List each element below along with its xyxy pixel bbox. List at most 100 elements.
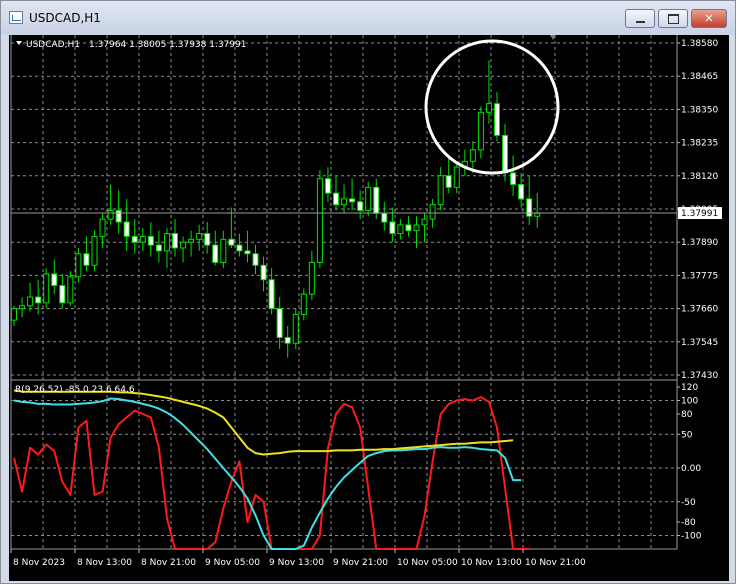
indicator-tick-label: -100	[681, 532, 702, 542]
indicator-tick-label: 0.00	[681, 464, 701, 474]
candle-body-bear	[445, 175, 452, 188]
price-tick-label: 1.38465	[681, 72, 718, 82]
candle-body-bear	[276, 308, 283, 338]
candle-body-bear	[357, 201, 364, 211]
ohlc-values: 1.37964 1.38005 1.37938 1.37991	[89, 40, 246, 50]
candle-body-bull	[308, 261, 315, 295]
candle-body-bear	[526, 198, 533, 217]
current-price-label: 1.37991	[681, 209, 718, 219]
candle-body-bull	[99, 218, 106, 237]
candle-body-bear	[252, 253, 259, 266]
grid	[10, 35, 678, 550]
candle-body-bull	[300, 293, 307, 315]
indicator-tick-label: -50	[681, 498, 696, 508]
candle-body-bear	[502, 134, 509, 174]
candle-body-bull	[163, 233, 170, 252]
candle-body-bear	[389, 221, 396, 235]
time-tick-label: 9 Nov 05:00	[205, 558, 260, 568]
price-tick-label: 1.38235	[681, 139, 718, 149]
minimize-button[interactable]	[625, 9, 655, 28]
candle-body-bear	[155, 244, 162, 252]
price-tick-label: 1.38350	[681, 105, 718, 115]
price-tick-label: 1.38120	[681, 172, 718, 182]
candle-body-bear	[172, 233, 178, 249]
chart-area[interactable]: 1.385801.384651.383501.382351.381201.380…	[9, 35, 729, 581]
chart-window-icon	[9, 11, 23, 24]
symbol-label: USDCAD,H1	[26, 40, 80, 50]
candle-body-bear	[115, 209, 122, 223]
time-tick-label: 8 Nov 13:00	[77, 558, 132, 568]
window-title: USDCAD,H1	[29, 11, 101, 25]
price-chart-svg[interactable]: 1.385801.384651.383501.382351.381201.380…	[9, 35, 729, 581]
candle-body-bull	[91, 235, 98, 266]
indicator-label: R(9,26,52) -85.0 23.6 64.6	[15, 385, 135, 395]
candle-body-bull	[11, 308, 17, 321]
candle-body-bear	[381, 212, 388, 223]
candle-body-bear	[228, 238, 235, 246]
candle-body-bear	[83, 253, 90, 266]
candle-body-bear	[212, 244, 219, 263]
time-tick-label: 10 Nov 21:00	[525, 558, 586, 568]
candle-body-bull	[316, 178, 323, 263]
candle-body-bear	[35, 296, 42, 304]
candle-body-bull	[485, 103, 492, 113]
candle-body-bear	[373, 186, 380, 214]
candle-body-bear	[131, 235, 138, 243]
time-tick-label: 8 Nov 21:00	[141, 558, 196, 568]
candle-body-bear	[51, 273, 58, 287]
maximize-button[interactable]	[658, 9, 688, 28]
indicator-lines	[13, 389, 530, 550]
candle-body-bull	[469, 149, 476, 162]
candle-body-bull	[27, 296, 34, 307]
maximize-icon	[667, 13, 679, 24]
candle-body-bear	[123, 221, 130, 237]
candle-body-bull	[75, 253, 82, 278]
candle-body-bear	[510, 172, 517, 185]
candle-body-bull	[453, 166, 460, 188]
title-bar[interactable]: USDCAD,H1 ✕	[1, 1, 735, 35]
candle-body-bear	[236, 244, 243, 252]
candle-body-bear	[333, 192, 339, 206]
candle-body-bear	[518, 183, 525, 200]
minimize-icon	[635, 20, 645, 23]
candle-body-bull	[292, 313, 299, 344]
candle-body-bear	[268, 279, 275, 310]
candle-body-bear	[284, 336, 291, 344]
symbol-menu-icon[interactable]	[16, 41, 22, 45]
candle-body-bull	[188, 238, 195, 243]
candle-body-bull	[534, 212, 541, 217]
indicator-tick-label: -80	[681, 518, 696, 528]
close-icon: ✕	[704, 12, 714, 25]
indicator-axis: 120 100 80 50 0.00 -50 -80 -100	[677, 383, 702, 542]
candle-body-bull	[477, 111, 484, 151]
time-tick-label: 10 Nov 05:00	[397, 558, 458, 568]
candle-body-bear	[324, 178, 331, 194]
price-tick-label: 1.37890	[681, 238, 718, 248]
annotation-circle	[424, 39, 560, 175]
candle-body-bull	[107, 209, 114, 220]
candle-body-bull	[19, 305, 26, 310]
candle-body-bull	[139, 235, 146, 243]
close-button[interactable]: ✕	[691, 9, 727, 28]
candle-body-bull	[365, 186, 372, 211]
time-tick-label: 9 Nov 21:00	[333, 558, 388, 568]
indicator-line-9	[13, 396, 530, 550]
time-tick-label: 8 Nov 2023	[13, 558, 65, 568]
price-tick-label: 1.37430	[681, 371, 718, 381]
candle-body-bull	[43, 273, 50, 304]
chart-window: USDCAD,H1 ✕ 1.38580 1.38465 1.38350 1.38235…	[0, 0, 736, 584]
candle-body-bull	[196, 233, 203, 240]
candle-body-bull	[421, 218, 428, 226]
time-tick-label: 10 Nov 13:00	[461, 558, 522, 568]
indicator-tick-label: 80	[681, 410, 693, 420]
candle-body-bull	[437, 175, 444, 206]
candle-body-bull	[429, 204, 436, 220]
indicator-tick-label: 50	[681, 430, 693, 440]
indicator-tick-label: 120	[681, 383, 698, 393]
candle-body-bear	[244, 250, 251, 255]
candle-body-bear	[405, 224, 412, 232]
candle-body-bear	[494, 103, 500, 136]
price-tick-label: 1.37660	[681, 305, 718, 315]
candle-body-bull	[413, 224, 420, 232]
candle-body-bull	[180, 241, 187, 249]
